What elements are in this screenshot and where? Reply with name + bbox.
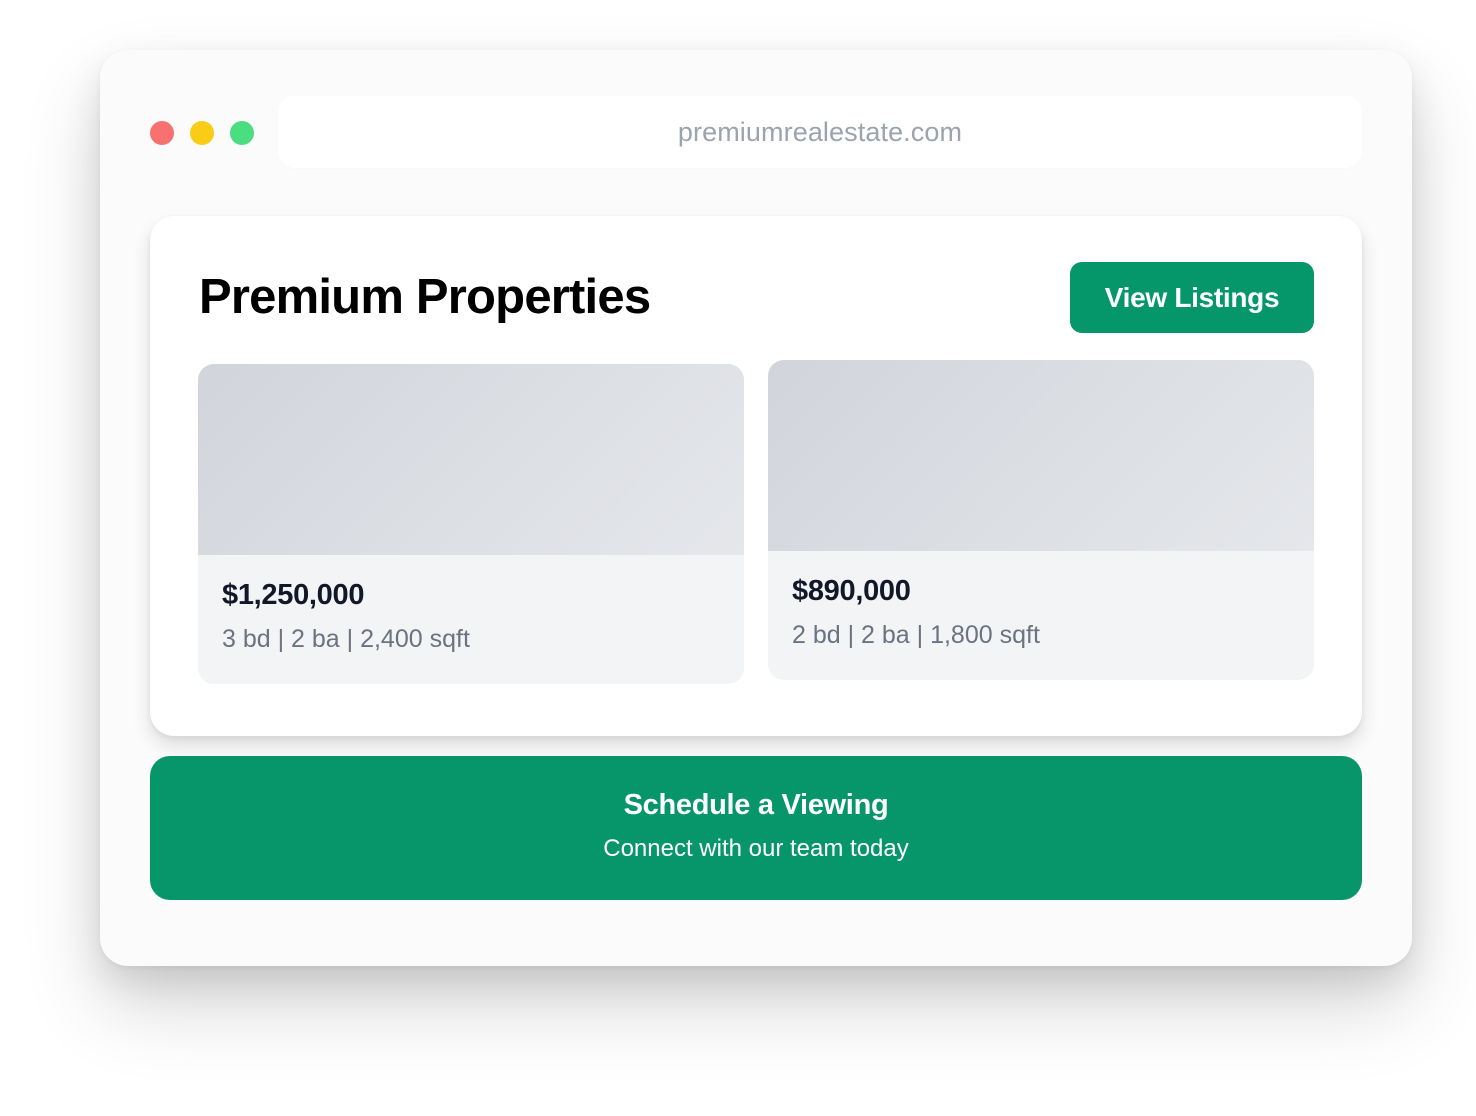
property-specs: 2 bd | 2 ba | 1,800 sqft [792,621,1040,649]
properties-panel: Premium Properties View Listings $1,250,… [150,216,1362,736]
property-card[interactable]: $890,000 2 bd | 2 ba | 1,800 sqft [768,360,1314,680]
view-listings-button[interactable]: View Listings [1070,262,1314,333]
cta-subtitle: Connect with our team today [603,835,909,862]
page-title: Premium Properties [199,270,651,324]
property-image-placeholder [768,360,1314,551]
close-window-icon[interactable] [150,121,174,145]
maximize-window-icon[interactable] [230,121,254,145]
property-specs: 3 bd | 2 ba | 2,400 sqft [222,625,470,653]
schedule-viewing-banner[interactable]: Schedule a Viewing Connect with our team… [150,756,1362,900]
window-controls [150,121,254,145]
property-price: $890,000 [792,575,911,607]
browser-window: premiumrealestate.com Premium Properties… [100,50,1412,966]
property-image-placeholder [198,364,744,555]
property-price: $1,250,000 [222,579,365,611]
url-text: premiumrealestate.com [677,116,963,147]
cta-title: Schedule a Viewing [623,789,889,821]
minimize-window-icon[interactable] [190,121,214,145]
address-bar[interactable]: premiumrealestate.com [278,96,1362,168]
property-card[interactable]: $1,250,000 3 bd | 2 ba | 2,400 sqft [198,364,744,684]
